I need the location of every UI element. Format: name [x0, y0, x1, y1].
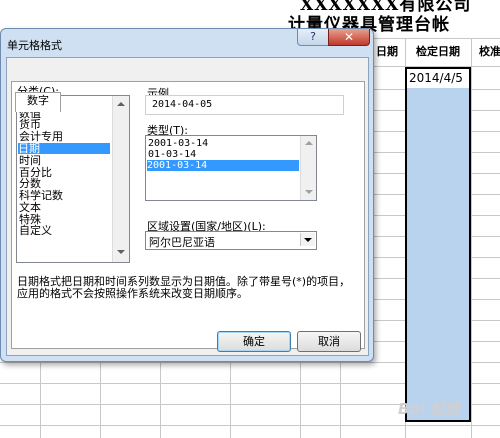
- scroll-down-icon[interactable]: [305, 190, 313, 194]
- dialog-title: 单元格格式: [7, 39, 62, 52]
- category-item-fraction[interactable]: 分数: [19, 178, 41, 189]
- scroll-down-icon[interactable]: [117, 250, 125, 254]
- category-item-date[interactable]: 日期: [18, 143, 110, 154]
- format-cells-dialog: 单元格格式 ? ✕ 数字 对齐 字体 边框 图案 保护 分类(C): 常规 数值…: [0, 28, 374, 362]
- tab-number[interactable]: 数字: [15, 92, 61, 112]
- baidu-watermark: Bai 经验: [398, 398, 496, 428]
- selected-cell-range[interactable]: [405, 67, 471, 422]
- type-item[interactable]: 2001-03-14: [148, 138, 208, 149]
- type-item[interactable]: 01-03-14: [148, 149, 196, 160]
- header-date-cell[interactable]: 日期: [370, 40, 404, 64]
- close-icon: ✕: [343, 30, 355, 44]
- category-item-text[interactable]: 文本: [19, 202, 41, 213]
- dropdown-button[interactable]: [300, 233, 315, 246]
- type-item-selected[interactable]: 2001-03-14: [147, 160, 299, 171]
- locale-value: 阿尔巴尼亚语: [149, 236, 215, 249]
- help-button[interactable]: ?: [297, 29, 329, 46]
- chevron-down-icon: [304, 238, 312, 242]
- category-item-time[interactable]: 时间: [19, 155, 41, 166]
- type-listbox[interactable]: 2001-03-14 01-03-14 2001-03-14: [145, 135, 317, 201]
- category-scrollbar[interactable]: [112, 96, 129, 262]
- category-item-scientific[interactable]: 科学记数: [19, 190, 63, 201]
- category-item-accounting[interactable]: 会计专用: [19, 131, 63, 142]
- scroll-up-icon[interactable]: [305, 141, 313, 145]
- cancel-button[interactable]: 取消: [297, 331, 361, 352]
- header-calibration-date-cell[interactable]: 检定日期: [405, 40, 471, 64]
- active-cell[interactable]: 2014/4/5: [407, 69, 469, 88]
- category-listbox[interactable]: 常规 数值 货币 会计专用 日期 时间 百分比 分数 科学记数 文本 特殊 自定…: [16, 95, 130, 263]
- category-item-currency[interactable]: 货币: [19, 119, 41, 130]
- help-icon: ?: [310, 30, 316, 43]
- close-button[interactable]: ✕: [328, 29, 370, 46]
- watermark-text: Bai 经验: [398, 400, 460, 418]
- grid-line: [471, 38, 472, 438]
- sample-value: 2014-04-05: [152, 99, 213, 110]
- scroll-up-icon[interactable]: [117, 102, 125, 106]
- format-description: 日期格式把日期和时间系列数显示为日期值。除了带星号(*)的项目，应用的格式不会按…: [17, 275, 351, 300]
- ok-button[interactable]: 确定: [217, 331, 291, 352]
- category-item-custom[interactable]: 自定义: [19, 225, 52, 236]
- type-scrollbar[interactable]: [300, 136, 316, 200]
- locale-dropdown[interactable]: 阿尔巴尼亚语: [145, 231, 317, 250]
- sample-preview: 2014-04-05: [145, 95, 344, 115]
- header-calibrate-cell[interactable]: 校准: [473, 40, 500, 64]
